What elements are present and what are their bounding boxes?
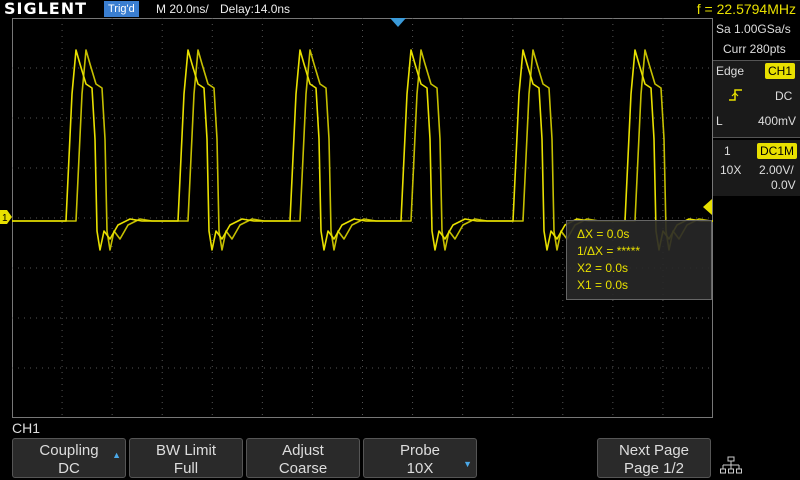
channel-scale: 2.00V/ [759, 163, 794, 177]
x2-value: X2 = 0.0s [577, 261, 629, 275]
channel-number: 1 [724, 144, 731, 158]
trigger-level-marker[interactable] [702, 199, 712, 215]
timebase-readout[interactable]: M 20.0ns/ [156, 0, 209, 18]
memory-depth: Curr 280pts [723, 42, 786, 56]
sample-rate: Sa 1.00GSa/s [716, 22, 791, 36]
cursor-measurement-box: ΔX = 0.0s 1/ΔX = ***** X2 = 0.0s X1 = 0.… [566, 220, 712, 300]
delay-readout[interactable]: Delay:14.0ns [220, 0, 290, 18]
next-page-softkey[interactable]: Next Page Page 1/2 [597, 438, 711, 478]
bw-limit-softkey[interactable]: BW Limit Full [129, 438, 243, 478]
inverse-delta-x-value: 1/ΔX = ***** [577, 244, 641, 258]
channel-probe: 10X [720, 163, 742, 177]
softkey-label: Next Page [618, 442, 690, 459]
trigger-position-marker[interactable] [390, 18, 406, 28]
trigger-status-badge: Trig'd [104, 1, 139, 17]
trigger-source-badge: CH1 [765, 63, 796, 79]
softkey-label: Adjust [282, 442, 324, 459]
trigger-level-label: L [716, 114, 723, 128]
menu-title: CH1 [12, 420, 41, 436]
trigger-level: 400mV [758, 114, 797, 128]
coupling-softkey[interactable]: Coupling DC ▲ [12, 438, 126, 478]
brand-logo: SIGLENT [4, 0, 88, 18]
trigger-coupling: DC [775, 89, 793, 103]
softkey-label: Probe [399, 442, 441, 459]
ch1-marker-label: 1 [2, 213, 8, 224]
ch1-offset-marker[interactable]: 1 [0, 210, 12, 224]
up-arrow-icon: ▲ [112, 450, 121, 460]
softkey-value: Coarse [278, 460, 328, 477]
softkey-value: Full [173, 460, 199, 477]
waveform-display[interactable] [12, 18, 713, 418]
adjust-softkey[interactable]: Adjust Coarse [246, 438, 360, 478]
softkey-value: 10X [406, 460, 434, 477]
trigger-type: Edge [716, 64, 745, 78]
down-arrow-icon: ▼ [463, 459, 472, 469]
delta-x-value: ΔX = 0.0s [577, 227, 630, 241]
softkey-label: Coupling [39, 442, 99, 459]
probe-softkey[interactable]: Probe 10X ▼ [363, 438, 477, 478]
x1-value: X1 = 0.0s [577, 278, 629, 292]
network-icon[interactable] [720, 456, 742, 476]
rising-edge-icon [729, 89, 742, 101]
softkey-value: DC [58, 460, 80, 477]
softkey-value: Page 1/2 [623, 460, 685, 477]
frequency-readout: f = 22.5794MHz [696, 1, 796, 17]
softkey-label: BW Limit [156, 442, 216, 459]
channel-offset: 0.0V [771, 178, 796, 192]
channel-coupling-badge: DC1M [757, 143, 798, 159]
